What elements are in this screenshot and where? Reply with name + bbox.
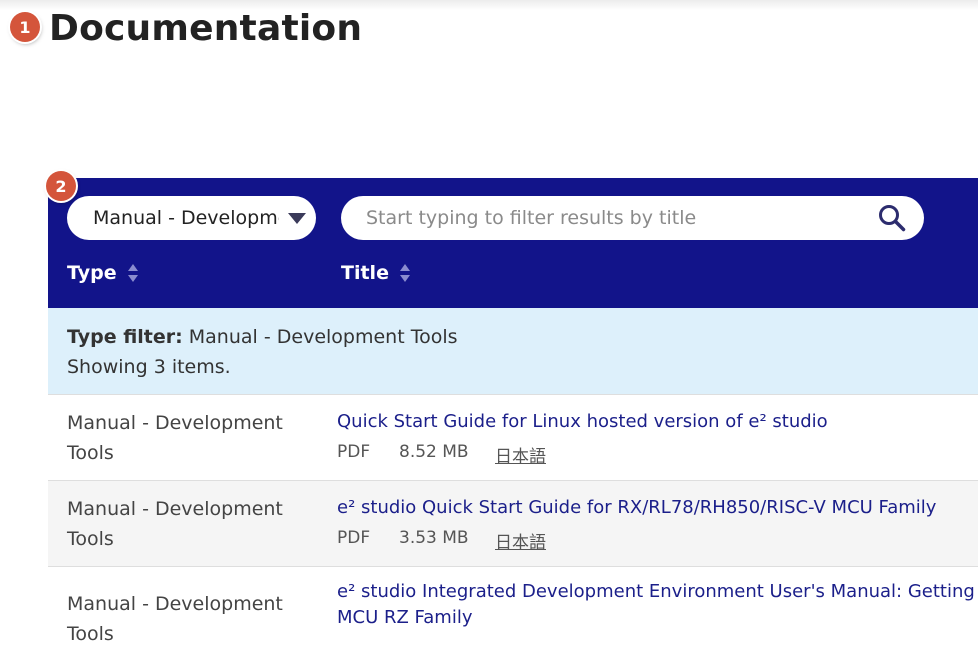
step-badge-2: 2 [46, 171, 76, 201]
file-size: 3.53 MB [399, 528, 469, 548]
row-type: Manual - Development Tools [67, 408, 307, 468]
document-title-line: MCU RZ Family [337, 607, 473, 628]
row-type-line: Manual - Development [67, 412, 283, 434]
row-type: Manual - Development Tools [67, 589, 307, 649]
document-title-link[interactable]: Quick Start Guide for Linux hosted versi… [337, 409, 978, 435]
row-type-line: Manual - Development [67, 593, 283, 615]
documentation-table-header: Manual - Development Tools Type Title [48, 178, 978, 308]
file-format: PDF [337, 442, 371, 462]
table-row: Manual - Development Tools e² studio Int… [48, 566, 978, 652]
type-filter-label: Type filter: [67, 326, 183, 348]
document-meta: PDF 8.52 MB 日本語 [337, 442, 546, 467]
table-row: Manual - Development Tools e² studio Qui… [48, 480, 978, 566]
result-count: Showing 3 items. [67, 356, 231, 378]
row-type-line: Tools [67, 623, 114, 645]
chevron-down-icon [288, 213, 306, 224]
file-format: PDF [337, 528, 371, 548]
search-icon[interactable] [878, 204, 906, 232]
title-search-input[interactable] [366, 207, 866, 229]
column-header-title-label: Title [341, 262, 389, 284]
japanese-version-link[interactable]: 日本語 [495, 442, 546, 467]
row-type: Manual - Development Tools [67, 494, 307, 554]
type-filter-text: Manual - Development Tools [182, 326, 458, 348]
sort-icon [399, 264, 410, 282]
page-title: Documentation [49, 8, 363, 49]
column-header-type[interactable]: Type [67, 262, 139, 284]
document-title-link[interactable]: e² studio Integrated Development Environ… [337, 579, 978, 631]
column-header-type-label: Type [67, 262, 117, 284]
file-size: 8.52 MB [399, 442, 469, 462]
type-filter-line: Type filter: Manual - Development Tools [67, 322, 969, 352]
active-filter-summary: Type filter: Manual - Development Tools … [48, 308, 978, 394]
document-meta: PDF 3.53 MB 日本語 [337, 528, 546, 553]
japanese-version-link[interactable]: 日本語 [495, 528, 546, 553]
type-filter-value: Manual - Development Tools [93, 207, 279, 229]
document-title-line: e² studio Integrated Development Environ… [337, 581, 978, 602]
row-type-line: Tools [67, 528, 114, 550]
column-header-title[interactable]: Title [341, 262, 411, 284]
table-row: Manual - Development Tools Quick Start G… [48, 394, 978, 480]
row-type-line: Tools [67, 442, 114, 464]
document-title-link[interactable]: e² studio Quick Start Guide for RX/RL78/… [337, 495, 978, 521]
type-filter-select[interactable]: Manual - Development Tools [67, 196, 316, 240]
row-type-line: Manual - Development [67, 498, 283, 520]
sort-icon [127, 264, 138, 282]
title-search-box [341, 196, 924, 240]
step-badge-1: 1 [10, 12, 40, 42]
